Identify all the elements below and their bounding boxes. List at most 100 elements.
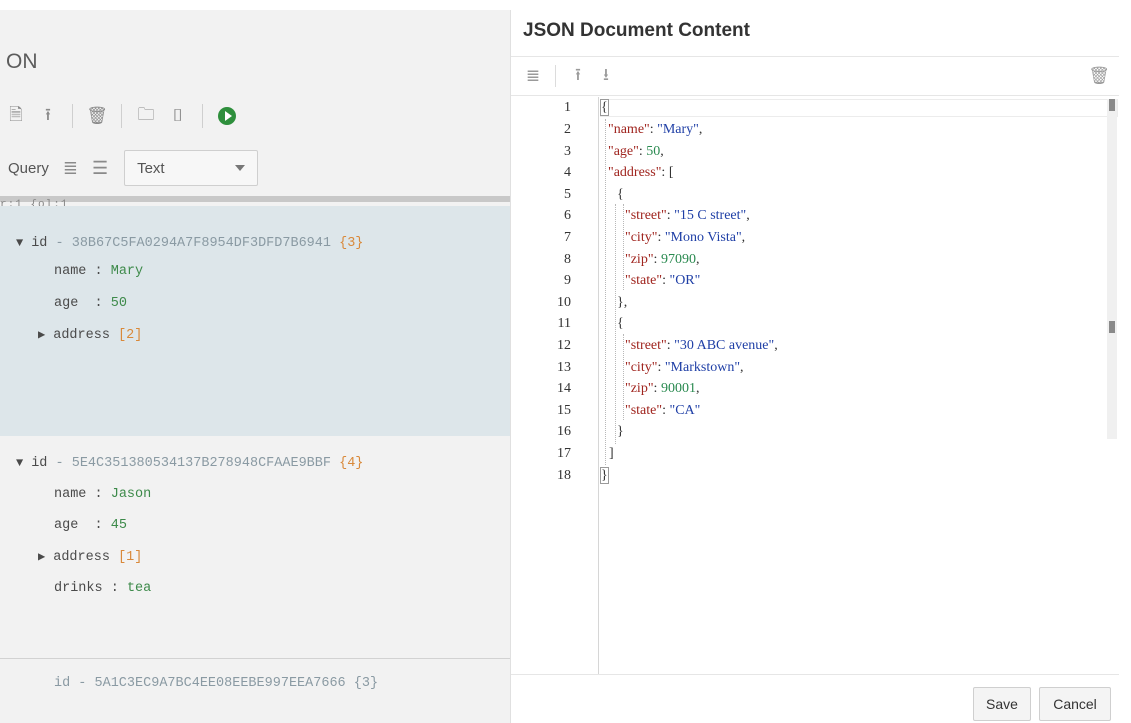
- json-value: "Mono Vista": [664, 230, 742, 245]
- json-value: 97090: [660, 252, 696, 267]
- brace: {: [617, 187, 624, 202]
- schema-icon[interactable]: ⌷: [162, 102, 194, 130]
- document-row[interactable]: ▼ id - 5E4C351380534137B278948CFAAE9BBF {…: [0, 436, 510, 658]
- scrollbar-marker: [1109, 321, 1115, 333]
- active-line-highlight: [600, 99, 1118, 117]
- background-app: ON 🗎 ⭱ 🗑 🗀 ⌷ Query ≣ ☰ Text r:1 {ol:1 ▼ i…: [0, 0, 510, 723]
- field-key: name: [54, 264, 87, 279]
- code-line: }: [600, 467, 609, 484]
- code-line: "zip": 97090,: [625, 252, 700, 267]
- document-row[interactable]: ▼ id - 38B67C5FA0294A7F8954DF3DFD7B6941 {…: [0, 206, 510, 436]
- field-value: tea: [126, 581, 152, 596]
- query-toolbar: Query ≣ ☰ Text: [0, 148, 510, 188]
- upload-icon[interactable]: ⭱: [32, 102, 64, 130]
- line-number: 13: [557, 360, 571, 375]
- line-number: 5: [564, 187, 571, 202]
- code-line: "address": [: [608, 165, 674, 180]
- format-icon[interactable]: ≣: [63, 158, 78, 179]
- brace: },: [617, 295, 628, 310]
- json-key: "city": [625, 230, 658, 245]
- line-number: 3: [564, 144, 571, 159]
- page-title: ON: [6, 50, 38, 73]
- trash-icon[interactable]: 🗑: [81, 102, 113, 130]
- json-value: "CA": [669, 403, 701, 418]
- json-editor[interactable]: 1 2 3 4 5 6 7 8 9 10 11 12 13 14 15 16 1…: [511, 97, 1119, 675]
- indent-guide: [623, 334, 624, 420]
- document-id-line[interactable]: ▼ id - 38B67C5FA0294A7F8954DF3DFD7B6941 {…: [16, 236, 363, 251]
- expand-triangle-icon[interactable]: ▼: [16, 456, 23, 470]
- json-value: "15 C street": [674, 208, 747, 223]
- document-row[interactable]: id - 5A1C3EC9A7BC4EE08EEBE997EEA7666 {3}: [0, 672, 510, 702]
- line-number: 15: [557, 403, 571, 418]
- id-label: id: [31, 456, 48, 471]
- field-row: name : Jason: [54, 487, 151, 502]
- copy-icon[interactable]: 🗎: [0, 102, 32, 130]
- scrollbar-marker: [1109, 99, 1115, 111]
- row-divider: [0, 658, 510, 659]
- expand-triangle-icon[interactable]: ▼: [16, 236, 23, 250]
- code-line: "state": "CA": [625, 403, 701, 418]
- line-number: 12: [557, 338, 571, 353]
- array-count: [2]: [118, 328, 143, 343]
- code-line: "street": "30 ABC avenue",: [625, 338, 778, 353]
- code-line: {: [617, 187, 624, 203]
- line-number: 7: [564, 230, 571, 245]
- field-value: 45: [110, 518, 127, 533]
- json-value: "30 ABC avenue": [674, 338, 775, 353]
- line-number: 4: [564, 165, 571, 180]
- address-row[interactable]: ▶ address [1]: [38, 549, 142, 565]
- line-number: 14: [557, 381, 571, 396]
- line-number: 10: [557, 295, 571, 310]
- field-row: age : 50: [54, 296, 127, 311]
- format-icon[interactable]: ≣: [519, 62, 547, 90]
- trash-icon[interactable]: 🗑: [1085, 62, 1113, 90]
- field-value: Mary: [110, 264, 144, 279]
- toolbar-separator: [202, 104, 203, 128]
- indent-guide: [615, 204, 616, 444]
- bracket: ]: [609, 446, 614, 461]
- field-count: {4}: [339, 456, 364, 471]
- document-id-line[interactable]: ▼ id - 5E4C351380534137B278948CFAAE9BBF {…: [16, 456, 363, 471]
- code-line: },: [617, 295, 627, 311]
- json-value: "OR": [669, 273, 701, 288]
- cancel-button[interactable]: Cancel: [1039, 687, 1111, 721]
- id-value: 38B67C5FA0294A7F8954DF3DFD7B6941: [71, 236, 331, 251]
- field-key: address: [53, 550, 110, 565]
- indent-guide: [605, 119, 606, 465]
- run-button[interactable]: [211, 102, 243, 130]
- field-key: drinks: [54, 581, 103, 596]
- field-row: drinks : tea: [54, 581, 151, 596]
- collapse-triangle-icon[interactable]: ▶: [38, 328, 45, 342]
- brace: }: [617, 424, 624, 439]
- results-divider: [0, 196, 510, 202]
- code-line: ]: [609, 446, 614, 462]
- download-icon[interactable]: ⭳: [592, 62, 620, 90]
- id-value: 5E4C351380534137B278948CFAAE9BBF: [71, 456, 331, 471]
- save-button[interactable]: Save: [973, 687, 1031, 721]
- list-view-icon[interactable]: ☰: [92, 158, 108, 179]
- folder-icon[interactable]: 🗀: [130, 102, 162, 130]
- line-number: 1: [564, 100, 571, 115]
- collapse-triangle-icon[interactable]: ▶: [38, 550, 45, 564]
- array-count: [1]: [118, 550, 143, 565]
- chevron-down-icon: [235, 165, 246, 171]
- id-dash: -: [55, 236, 64, 251]
- json-key: "state": [625, 273, 663, 288]
- view-mode-select[interactable]: Text: [124, 150, 259, 186]
- line-number: 18: [557, 468, 571, 483]
- vertical-scrollbar[interactable]: [1107, 99, 1117, 439]
- code-line: "zip": 90001,: [625, 381, 700, 396]
- upload-icon[interactable]: ⭱: [564, 62, 592, 90]
- brace: {: [617, 316, 624, 331]
- field-sep: :: [110, 581, 119, 596]
- query-tab[interactable]: Query: [8, 160, 49, 177]
- code-line: "age": 50,: [608, 144, 664, 159]
- top-border: [0, 0, 510, 10]
- address-row[interactable]: ▶ address [2]: [38, 327, 142, 343]
- field-sep: :: [94, 487, 103, 502]
- id-label: id: [31, 236, 48, 251]
- code-line: "name": "Mary",: [608, 122, 703, 137]
- json-key: "street": [625, 338, 667, 353]
- dialog-toolbar: ≣ ⭱ ⭳ 🗑: [511, 56, 1119, 96]
- field-value: 50: [110, 296, 127, 311]
